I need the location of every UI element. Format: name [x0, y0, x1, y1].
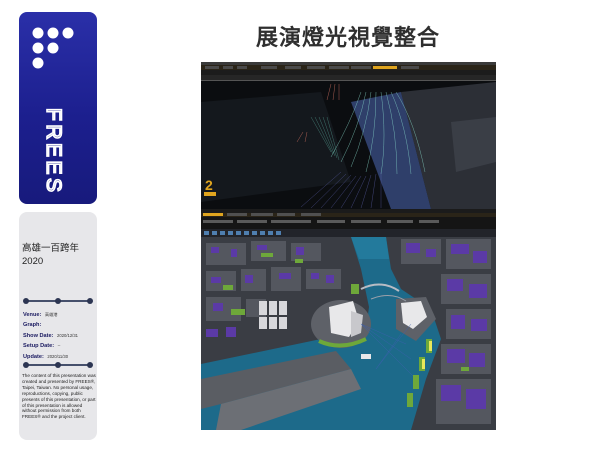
setup-date-row: Setup Date: -- — [23, 341, 97, 351]
harbor-map-screenshot — [201, 229, 496, 430]
venue-row: Venue: 高雄港 — [23, 310, 97, 320]
svg-text:2: 2 — [205, 177, 213, 193]
copyright-disclaimer: The content of this presentation was cre… — [22, 373, 96, 420]
update-label: Update: — [23, 353, 44, 360]
setup-date-label: Setup Date: — [23, 343, 55, 350]
setup-date-value: -- — [57, 343, 61, 349]
visualization-screenshot: 2 — [201, 62, 496, 430]
event-year: 2020 — [22, 256, 44, 267]
show-date-value: 2020/12/31 — [57, 332, 78, 338]
harbor-map-image — [201, 229, 496, 430]
venue-label: Venue: — [23, 312, 42, 318]
venue-value: 高雄港 — [44, 312, 58, 317]
brand-wordmark: FREES — [41, 107, 66, 196]
page-title: 展演燈光視覺整合 — [255, 26, 440, 51]
update-value: 2020/11/30 — [47, 353, 69, 359]
brand-logo-panel: FREES — [19, 12, 97, 204]
show-date-label: Show Date: — [23, 332, 54, 339]
brand-wordmark-text: FREES — [42, 108, 65, 196]
graph-label: Graph: — [23, 322, 42, 329]
divider — [23, 362, 93, 368]
graph-row: Graph: — [23, 320, 97, 330]
info-fields: Venue: 高雄港 Graph: Show Date: 2020/12/31 … — [23, 310, 97, 362]
show-date-row: Show Date: 2020/12/31 — [23, 331, 97, 341]
divider — [23, 298, 93, 304]
update-row: Update: 2020/11/30 — [23, 352, 97, 362]
lighting-software-screenshot: 2 — [201, 62, 496, 229]
project-info-panel: 高雄一百跨年 2020 Venue: 高雄港 Graph: Show Date:… — [19, 212, 97, 440]
event-title: 高雄一百跨年 2020 — [22, 242, 96, 268]
lighting-viewport-image: 2 — [201, 62, 496, 229]
event-name: 高雄一百跨年 — [22, 243, 80, 254]
